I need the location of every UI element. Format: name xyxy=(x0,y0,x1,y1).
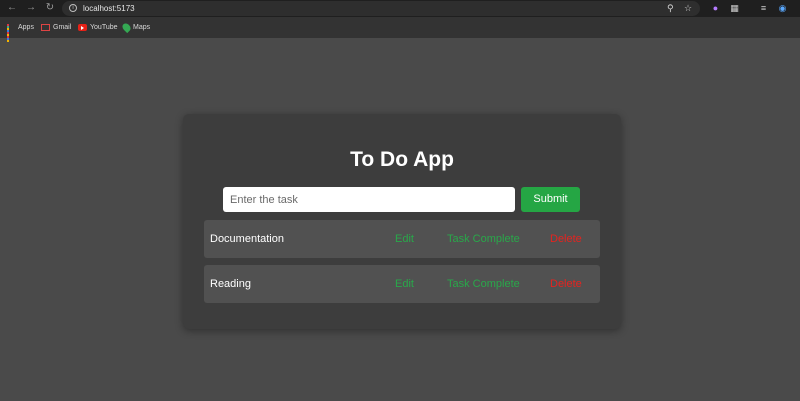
zoom-icon[interactable]: ⚲ xyxy=(667,3,674,14)
task-name: Reading xyxy=(210,278,251,290)
apps-grid-icon xyxy=(7,23,15,42)
back-icon[interactable]: ← xyxy=(6,2,18,14)
reload-icon[interactable]: ↻ xyxy=(44,2,56,14)
task-row: Documentation Edit Task Complete Delete xyxy=(204,220,600,258)
task-complete-button[interactable]: Task Complete xyxy=(447,220,520,258)
page-title: To Do App xyxy=(350,148,454,171)
bookmark-label: YouTube xyxy=(90,24,118,31)
bookmark-label: Apps xyxy=(18,24,34,31)
extension-icon[interactable]: ● xyxy=(710,3,721,14)
bookmarks-bar: Apps Gmail YouTube Maps xyxy=(0,17,800,42)
delete-button[interactable]: Delete xyxy=(550,265,582,303)
bookmark-gmail[interactable]: Gmail xyxy=(41,22,71,33)
forward-icon[interactable]: → xyxy=(25,2,37,14)
bookmark-maps[interactable]: Maps xyxy=(120,21,151,34)
delete-button[interactable]: Delete xyxy=(550,220,582,258)
gmail-icon xyxy=(41,24,50,31)
profile-avatar[interactable]: ◉ xyxy=(777,3,788,14)
task-name: Documentation xyxy=(210,233,284,245)
submit-button[interactable]: Submit xyxy=(521,187,580,212)
extensions-puzzle-icon[interactable]: ▦ xyxy=(729,3,740,14)
bookmark-youtube[interactable]: YouTube xyxy=(78,22,118,33)
site-info-icon[interactable]: i xyxy=(69,4,77,12)
bookmark-label: Gmail xyxy=(53,24,72,31)
task-list: Documentation Edit Task Complete Delete … xyxy=(204,220,600,310)
bookmark-label: Maps xyxy=(133,24,151,31)
bookmark-star-icon[interactable]: ☆ xyxy=(684,3,692,14)
address-bar[interactable]: i localhost:5173 ⚲ ☆ xyxy=(62,1,700,16)
reading-list-icon[interactable]: ≡ xyxy=(758,3,769,14)
url-text[interactable]: localhost:5173 xyxy=(83,3,135,14)
edit-button[interactable]: Edit xyxy=(395,265,414,303)
youtube-icon xyxy=(78,24,87,31)
todo-card: To Do App Submit Documentation Edit Task… xyxy=(183,114,621,329)
task-row: Reading Edit Task Complete Delete xyxy=(204,265,600,303)
task-input[interactable] xyxy=(223,187,515,212)
browser-toolbar: ← → ↻ i localhost:5173 ⚲ ☆ ● ▦ ≡ ◉ xyxy=(0,0,800,17)
bookmark-apps[interactable]: Apps xyxy=(7,22,34,42)
task-complete-button[interactable]: Task Complete xyxy=(447,265,520,303)
maps-pin-icon xyxy=(120,21,133,34)
edit-button[interactable]: Edit xyxy=(395,220,414,258)
